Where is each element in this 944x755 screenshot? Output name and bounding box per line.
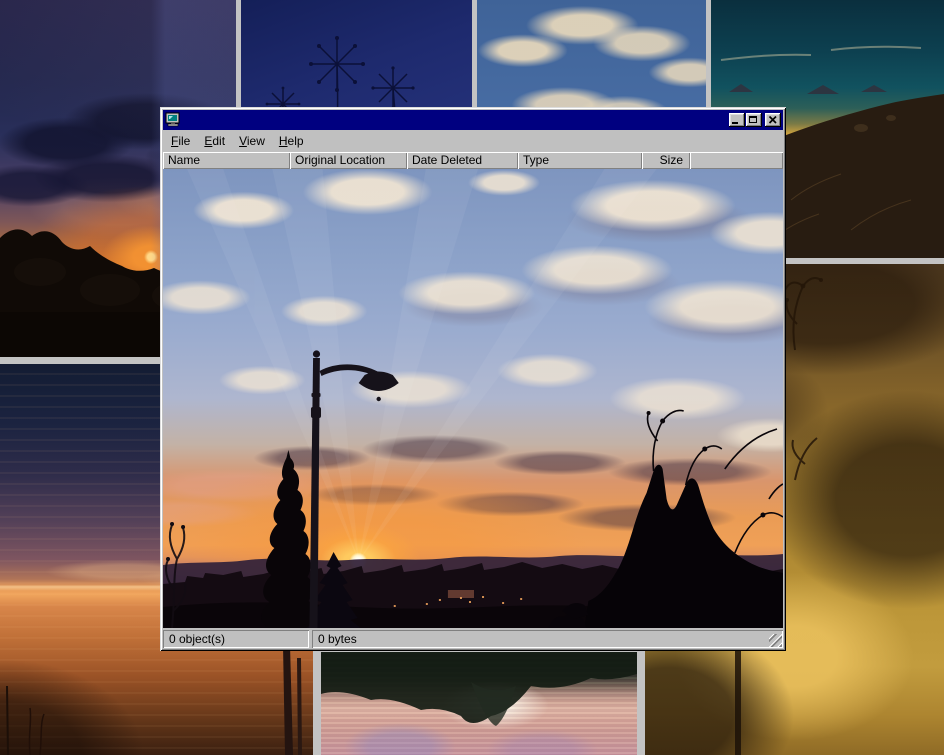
column-header-type[interactable]: Type [518,152,642,169]
column-header-filler [690,152,783,169]
menu-bar: File Edit View Help [163,130,783,152]
menu-edit[interactable]: Edit [197,131,232,152]
column-header-date-deleted[interactable]: Date Deleted [407,152,518,169]
wallpaper-tile-water-reflection [321,652,637,755]
menu-help[interactable]: Help [272,131,311,152]
computer-icon [165,112,181,128]
column-header-size[interactable]: Size [642,152,690,169]
maximize-icon [749,116,757,123]
list-header-row: Name Original Location Date Deleted Type… [163,152,783,169]
titlebar[interactable] [163,110,783,130]
sunset-photo-silhouettes [163,169,783,628]
list-view-area[interactable] [163,169,783,628]
minimize-button[interactable] [729,113,745,127]
maximize-button[interactable] [746,113,762,127]
close-button[interactable] [765,113,781,127]
menu-file[interactable]: File [164,131,197,152]
close-icon [769,116,777,124]
status-object-count: 0 object(s) [163,630,309,648]
status-bar: 0 object(s) 0 bytes [163,628,783,648]
status-size: 0 bytes [312,630,783,648]
minimize-icon [732,122,738,124]
status-size-text: 0 bytes [318,632,357,646]
sunset-photo-background [163,169,783,628]
tree-reflection-silhouette [321,652,637,755]
resize-grip[interactable] [769,634,782,647]
menu-view[interactable]: View [232,131,272,152]
column-header-original-location[interactable]: Original Location [290,152,407,169]
recycle-bin-window[interactable]: File Edit View Help Name Original Locati… [160,107,786,651]
column-header-name[interactable]: Name [163,152,290,169]
